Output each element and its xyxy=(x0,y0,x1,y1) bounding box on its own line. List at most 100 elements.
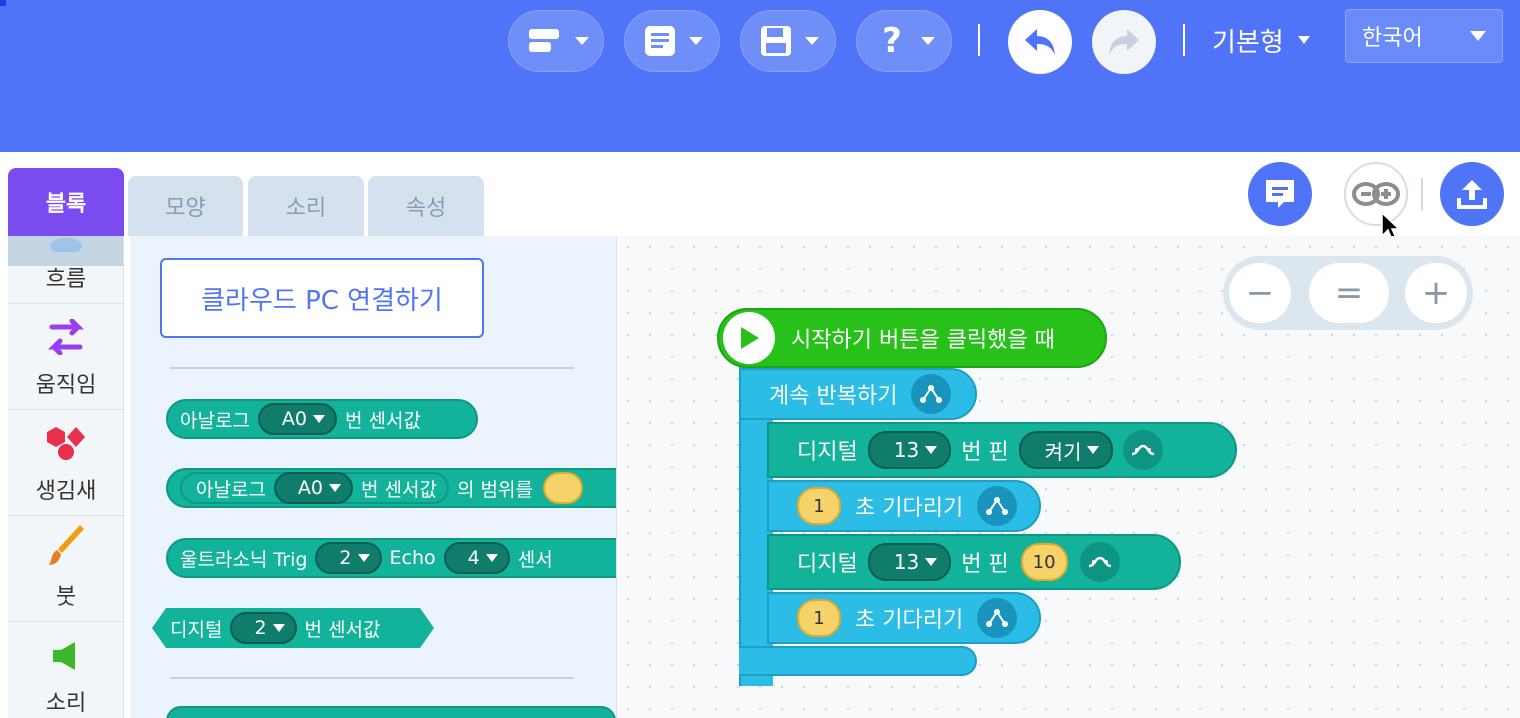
chevron-down-icon xyxy=(273,624,285,632)
language-select[interactable]: 한국어 xyxy=(1345,9,1503,63)
digital-pin-dropdown[interactable]: 2 xyxy=(230,612,296,644)
chat-icon xyxy=(1266,180,1294,208)
digital-output-block[interactable]: 디지털 13 번 핀 10 xyxy=(767,534,1181,590)
value-input[interactable]: 10 xyxy=(1020,543,1068,581)
brush-icon xyxy=(49,525,84,565)
tab-label: 블록 xyxy=(45,192,87,217)
analog-sensor-block[interactable]: 아날로그 A0 번 센서값 xyxy=(166,399,478,439)
save-menu-button[interactable] xyxy=(740,10,836,72)
flow-icon xyxy=(50,238,82,252)
category-label: 움직임 xyxy=(35,373,97,398)
document-menu-button[interactable] xyxy=(624,10,720,72)
seconds-input[interactable]: 1 xyxy=(797,599,841,637)
tab-shapes[interactable]: 모양 xyxy=(128,176,243,236)
analog-sensor-range-block[interactable]: 아날로그 A0 번 센서값 의 범위를 xyxy=(166,468,616,508)
tab-sounds[interactable]: 소리 xyxy=(248,176,364,236)
undo-icon xyxy=(1025,29,1055,55)
category-movement[interactable]: 움직임 xyxy=(8,305,123,410)
category-label: 붓 xyxy=(55,585,77,610)
chevron-down-icon xyxy=(1087,446,1100,454)
flow-icon xyxy=(911,374,952,414)
chevron-down-icon xyxy=(1470,31,1486,41)
block-text: Echo xyxy=(389,547,436,569)
zoom-controls: − = + xyxy=(1223,256,1473,330)
arduino-icon xyxy=(1352,182,1400,206)
tab-blocks[interactable]: 블록 xyxy=(8,168,124,236)
upload-icon xyxy=(1457,180,1487,209)
chevron-down-icon xyxy=(925,558,938,566)
state-dropdown[interactable]: 켜기 xyxy=(1018,431,1114,469)
block-text: 의 범위를 xyxy=(456,478,533,501)
category-flow[interactable]: 흐름 xyxy=(8,236,123,304)
tab-label: 소리 xyxy=(285,196,327,221)
blocks-icon xyxy=(529,29,559,52)
chevron-down-icon xyxy=(921,37,935,45)
tab-properties[interactable]: 속성 xyxy=(368,176,484,236)
block-text: 번 핀 xyxy=(961,552,1009,577)
help-icon: ? xyxy=(882,21,902,61)
chevron-down-icon xyxy=(575,37,589,45)
category-sound[interactable]: 소리 xyxy=(8,623,123,718)
palette-divider xyxy=(170,677,574,679)
echo-pin-dropdown[interactable]: 4 xyxy=(443,542,510,574)
dropdown-value: 2 xyxy=(254,617,267,639)
redo-button[interactable] xyxy=(1092,10,1156,74)
trig-pin-dropdown[interactable]: 2 xyxy=(315,542,382,574)
upload-button[interactable] xyxy=(1440,162,1504,226)
chat-button[interactable] xyxy=(1248,162,1312,226)
tab-label: 속성 xyxy=(405,196,447,221)
pin-dropdown[interactable]: 13 xyxy=(867,431,952,469)
divider xyxy=(1421,178,1423,210)
zoom-in-button[interactable]: + xyxy=(1405,263,1467,323)
category-looks[interactable]: 생김새 xyxy=(8,411,123,516)
number-input[interactable] xyxy=(542,472,583,504)
analog-pin-dropdown[interactable]: A0 xyxy=(273,472,354,504)
script-workspace[interactable]: − = + 시작하기 버튼을 클릭했을 때 계속 반복하기 디지털 13 번 핀… xyxy=(616,236,1520,718)
dropdown-value: 13 xyxy=(893,438,920,462)
digital-output-block[interactable]: 디지털 13 번 핀 켜기 xyxy=(767,422,1237,478)
partial-block[interactable] xyxy=(166,706,616,718)
zoom-out-icon: − xyxy=(1245,273,1275,313)
zoom-in-icon: + xyxy=(1421,273,1451,313)
dropdown-value: 4 xyxy=(467,547,480,569)
block-text: 아날로그 xyxy=(180,409,250,432)
blocks-menu-button[interactable] xyxy=(508,10,604,72)
dropdown-value: 2 xyxy=(339,547,352,569)
pin-dropdown[interactable]: 13 xyxy=(867,543,952,581)
cloud-pc-connect-button[interactable]: 클라우드 PC 연결하기 xyxy=(160,258,484,338)
save-icon xyxy=(761,26,791,56)
seconds-input[interactable]: 1 xyxy=(797,487,841,525)
chevron-down-icon xyxy=(313,415,326,423)
redo-icon xyxy=(1109,29,1139,55)
zoom-out-button[interactable]: − xyxy=(1229,263,1291,323)
category-brush[interactable]: 붓 xyxy=(8,517,123,622)
divider xyxy=(1183,24,1185,56)
zoom-reset-icon: = xyxy=(1334,273,1364,313)
block-text: 번 센서값 xyxy=(345,409,421,432)
block-text: 초 기다리기 xyxy=(855,608,964,633)
analog-pin-dropdown[interactable]: A0 xyxy=(257,403,338,435)
digital-sensor-block[interactable]: 디지털 2 번 센서값 xyxy=(152,608,434,648)
zoom-reset-button[interactable]: = xyxy=(1309,263,1389,323)
dropdown-value: 켜기 xyxy=(1044,439,1082,464)
block-text: 번 핀 xyxy=(961,440,1009,465)
undo-button[interactable] xyxy=(1008,10,1072,74)
start-event-block[interactable]: 시작하기 버튼을 클릭했을 때 xyxy=(717,308,1107,368)
tab-label: 모양 xyxy=(165,196,206,221)
dropdown-value: 13 xyxy=(893,550,920,574)
block-text: 번 센서값 xyxy=(361,478,437,501)
category-label: 생김새 xyxy=(35,479,97,504)
document-icon xyxy=(645,26,675,56)
ultrasonic-sensor-block[interactable]: 울트라소닉 Trig 2 Echo 4 센서 xyxy=(166,538,616,578)
wait-seconds-block[interactable]: 1 초 기다리기 xyxy=(767,480,1041,532)
block-inner-reporter: 아날로그 A0 번 센서값 xyxy=(180,472,449,504)
wait-seconds-block[interactable]: 1 초 기다리기 xyxy=(767,592,1041,644)
shapes-icon xyxy=(47,427,85,460)
block-text: 디지털 xyxy=(797,440,858,465)
block-text: 센서 xyxy=(517,548,553,571)
block-text: 초 기다리기 xyxy=(855,496,964,521)
forever-loop-block[interactable]: 계속 반복하기 xyxy=(739,368,977,420)
mode-selector[interactable]: 기본형 xyxy=(1212,20,1310,60)
chevron-down-icon xyxy=(357,554,370,562)
help-menu-button[interactable]: ? xyxy=(856,10,952,72)
